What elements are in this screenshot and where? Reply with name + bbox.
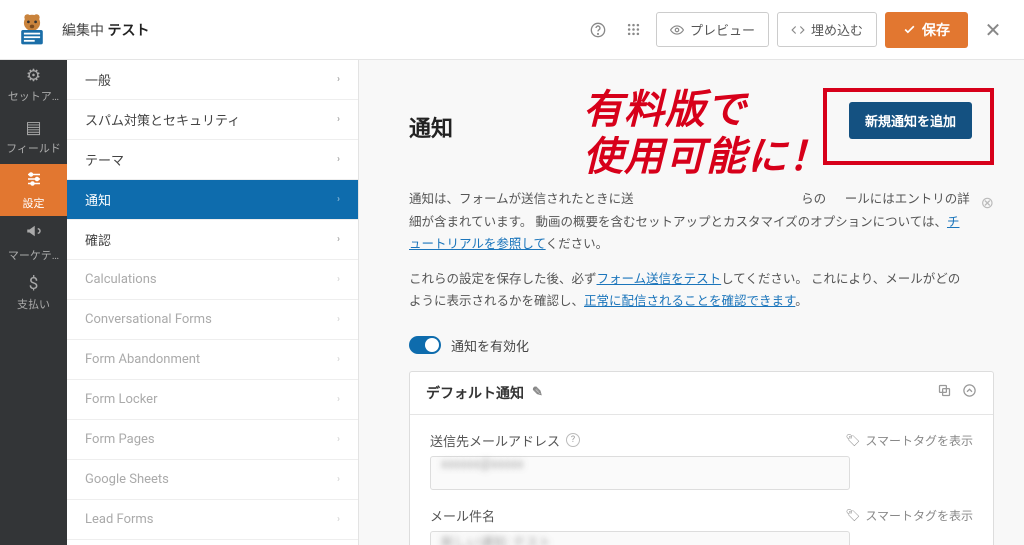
chevron-right-icon: ›: [337, 114, 340, 125]
chevron-right-icon: ›: [337, 514, 340, 525]
field-email-row: 送信先メールアドレス ? 🏷スマートタグを表示 xxxxxx@xxxxx: [430, 431, 973, 490]
top-actions: プレビュー 埋め込む 保存 ✕: [584, 12, 1010, 48]
submenu-conversational[interactable]: Conversational Forms›: [67, 300, 358, 340]
gear-icon: ⚙: [26, 68, 41, 85]
chevron-right-icon: ›: [337, 194, 340, 205]
panel-header: デフォルト通知 ✎: [410, 372, 993, 415]
help-icon[interactable]: [584, 16, 612, 44]
rail-settings[interactable]: 設定: [0, 164, 67, 216]
check-icon: [903, 23, 916, 36]
copy-icon[interactable]: [937, 383, 952, 402]
chevron-right-icon: ›: [337, 274, 340, 285]
tag-icon: 🏷: [845, 433, 860, 447]
top-bar: 編集中 テスト プレビュー 埋め込む 保存 ✕: [0, 0, 1024, 60]
save-button[interactable]: 保存: [885, 12, 968, 48]
submenu-locker[interactable]: Form Locker›: [67, 380, 358, 420]
dollar-icon: $: [29, 276, 39, 293]
delivery-link[interactable]: 正常に配信されることを確認できます: [584, 294, 795, 309]
page-title: 編集中 テスト: [62, 20, 149, 40]
submenu-general[interactable]: 一般›: [67, 60, 358, 100]
field-email-input[interactable]: xxxxxx@xxxxx: [430, 456, 850, 490]
left-rail: ⚙ セットア… ▤ フィールド 設定 マーケテ… $ 支払い: [0, 60, 67, 545]
rail-payments[interactable]: $ 支払い: [0, 268, 67, 320]
chevron-right-icon: ›: [337, 354, 340, 365]
megaphone-icon: [25, 222, 43, 244]
info-paragraph-2: これらの設定を保存した後、必ずフォーム送信をテストしてください。 これにより、メ…: [409, 269, 994, 314]
eye-icon: [670, 23, 684, 37]
sliders-icon: [25, 170, 43, 192]
notifications-title: 通知: [409, 111, 453, 143]
add-notification-button[interactable]: 新規通知を追加: [849, 102, 972, 139]
panel-body: 送信先メールアドレス ? 🏷スマートタグを表示 xxxxxx@xxxxx メール…: [410, 415, 993, 545]
chevron-right-icon: ›: [337, 434, 340, 445]
chevron-right-icon: ›: [337, 234, 340, 245]
grid-icon[interactable]: [620, 16, 648, 44]
field-email-label: 送信先メールアドレス: [430, 431, 560, 450]
chevron-right-icon: ›: [337, 314, 340, 325]
test-form-link[interactable]: フォーム送信をテスト: [597, 272, 722, 287]
submenu-notifications[interactable]: 通知›: [67, 180, 358, 220]
rail-marketing[interactable]: マーケテ…: [0, 216, 67, 268]
dismiss-icon[interactable]: ⊗: [981, 189, 994, 218]
field-subject-input[interactable]: 新しい通知: テスト: [430, 531, 850, 545]
smarttag-subject[interactable]: 🏷スマートタグを表示: [845, 507, 973, 524]
rail-fields[interactable]: ▤ フィールド: [0, 112, 67, 164]
settings-submenu: 一般› スパム対策とセキュリティ› テーマ› 通知› 確認› Calculati…: [67, 60, 359, 545]
wpforms-logo: [14, 12, 50, 48]
submenu-spam[interactable]: スパム対策とセキュリティ›: [67, 100, 358, 140]
help-icon[interactable]: ?: [566, 433, 580, 447]
chevron-right-icon: ›: [337, 154, 340, 165]
preview-button[interactable]: プレビュー: [656, 12, 769, 47]
embed-button[interactable]: 埋め込む: [777, 12, 877, 47]
chevron-right-icon: ›: [337, 474, 340, 485]
close-icon[interactable]: ✕: [976, 18, 1010, 42]
edit-title-icon[interactable]: ✎: [532, 385, 543, 400]
smarttag-email[interactable]: 🏷スマートタグを表示: [845, 432, 973, 449]
enable-notification-row: 通知を有効化: [409, 336, 994, 355]
submenu-theme[interactable]: テーマ›: [67, 140, 358, 180]
submenu-calculations[interactable]: Calculations›: [67, 260, 358, 300]
tag-icon: 🏷: [845, 508, 860, 522]
field-subject-row: メール件名 🏷スマートタグを表示 新しい通知: テスト: [430, 506, 973, 545]
rail-setup[interactable]: ⚙ セットア…: [0, 60, 67, 112]
submenu-abandonment[interactable]: Form Abandonment›: [67, 340, 358, 380]
default-notification-panel: デフォルト通知 ✎ 送信先メールアドレス ? 🏷スマートタグを表示 xxxxxx…: [409, 371, 994, 545]
enable-label: 通知を有効化: [451, 336, 529, 355]
enable-toggle[interactable]: [409, 336, 441, 354]
chevron-right-icon: ›: [337, 74, 340, 85]
submenu-confirm[interactable]: 確認›: [67, 220, 358, 260]
layout-icon: ▤: [25, 120, 41, 137]
submenu-sheets[interactable]: Google Sheets›: [67, 460, 358, 500]
submenu-lead[interactable]: Lead Forms›: [67, 500, 358, 540]
field-subject-label: メール件名: [430, 506, 495, 525]
content-header: 通知 新規通知を追加: [409, 88, 994, 165]
collapse-icon[interactable]: [962, 383, 977, 402]
info-paragraph-1: 通知は、フォームが送信されたときに送xxxxxxxxxxxxxxxxxxxxxx…: [409, 189, 994, 257]
panel-title: デフォルト通知: [426, 383, 524, 403]
content-area: 通知 新規通知を追加 通知は、フォームが送信されたときに送xxxxxxxxxxx…: [359, 60, 1024, 545]
add-notification-highlight: 新規通知を追加: [823, 88, 994, 165]
code-icon: [791, 23, 805, 37]
chevron-right-icon: ›: [337, 394, 340, 405]
submenu-pages[interactable]: Form Pages›: [67, 420, 358, 460]
